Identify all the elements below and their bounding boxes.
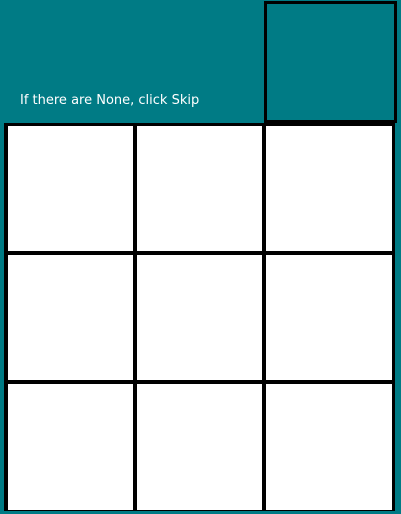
captcha-header: If there are None, click Skip (0, 0, 401, 123)
grid-tile-1[interactable] (8, 126, 133, 251)
grid-tile-3[interactable] (266, 126, 392, 251)
sample-image (264, 1, 397, 123)
grid-tile-8[interactable] (137, 384, 262, 510)
grid-tile-5[interactable] (137, 255, 262, 380)
grid-tile-4[interactable] (8, 255, 133, 380)
image-tile-grid (4, 123, 395, 511)
grid-tile-9[interactable] (266, 384, 392, 510)
grid-tile-2[interactable] (137, 126, 262, 251)
instruction-text: If there are None, click Skip (20, 93, 200, 108)
grid-tile-6[interactable] (266, 255, 392, 380)
grid-tile-7[interactable] (8, 384, 133, 510)
